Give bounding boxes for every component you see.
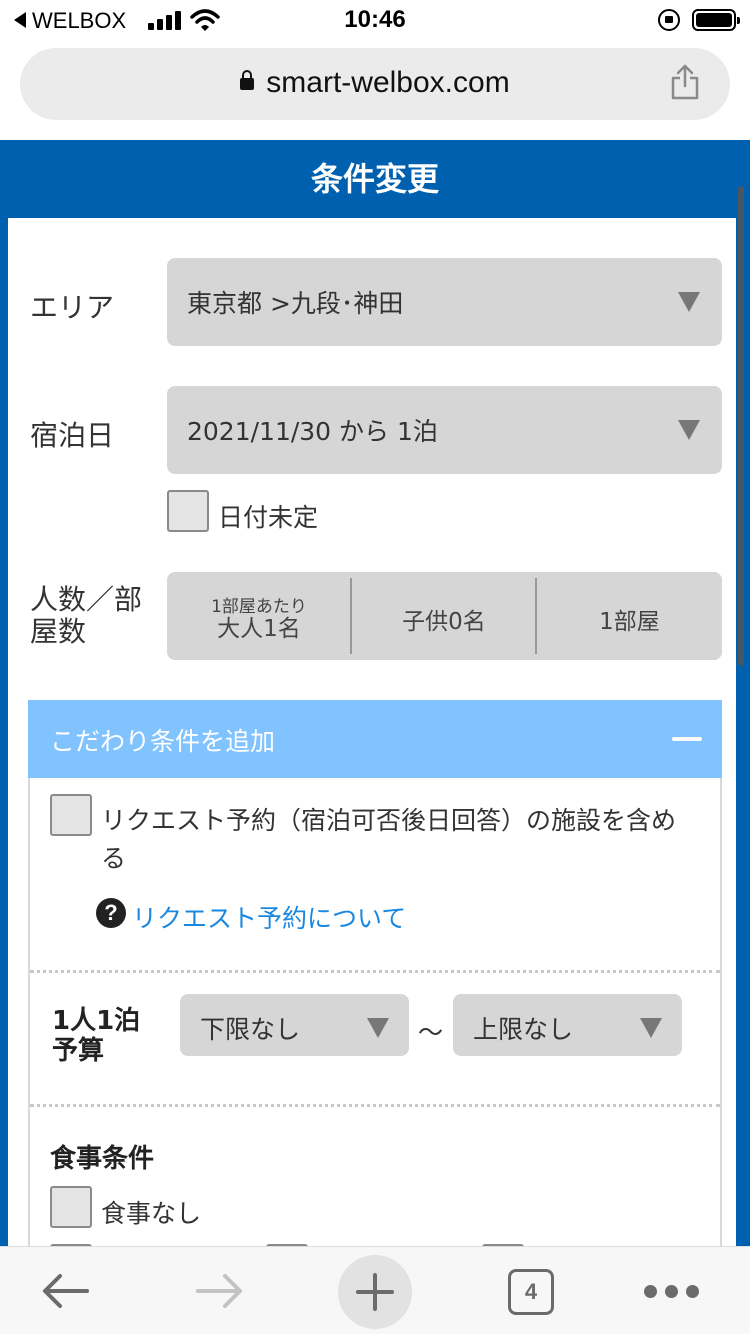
new-tab-button[interactable]: [338, 1255, 412, 1329]
battery-icon: [692, 9, 740, 31]
area-select[interactable]: 東京都 >九段･神田: [167, 258, 722, 346]
meal-conditions-title: 食事条件: [50, 1144, 155, 1174]
stay-date-value: 2021/11/30 から 1泊: [187, 417, 438, 446]
section-divider: [30, 970, 720, 973]
page-title: 条件変更: [310, 160, 439, 198]
address-bar[interactable]: smart-welbox.com: [20, 48, 730, 120]
guests-label: 人数／部 屋数: [30, 584, 142, 648]
area-value: 東京都 >九段･神田: [187, 289, 404, 318]
rotation-lock-icon: [658, 9, 680, 31]
guests-selector: 1部屋あたり 大人1名 子供0名 1部屋: [167, 572, 722, 660]
per-room-caption: 1部屋あたり: [211, 597, 307, 617]
date-undecided-checkbox[interactable]: [167, 490, 209, 532]
budget-label-line1: 1人1泊: [52, 1006, 141, 1036]
search-conditions-panel: エリア 東京都 >九段･神田 宿泊日 2021/11/30 から 1泊 日付未定…: [8, 218, 736, 1246]
question-icon: ?: [96, 898, 126, 928]
children-selector[interactable]: 子供0名: [352, 572, 536, 660]
tab-count-button[interactable]: 4: [508, 1269, 554, 1315]
url-text-wrap: smart-welbox.com: [20, 66, 730, 100]
dropdown-arrow-icon: [678, 292, 700, 312]
budget-label: 1人1泊 予算: [52, 1006, 140, 1066]
browser-toolbar: 4: [0, 1246, 750, 1334]
page: 条件変更 エリア 東京都 >九段･神田 宿泊日 2021/11/30 から 1泊…: [0, 140, 750, 1246]
dropdown-arrow-icon: [678, 420, 700, 440]
section-divider: [30, 1104, 720, 1107]
no-meal-checkbox[interactable]: [50, 1186, 92, 1228]
budget-range-separator: ～: [418, 1018, 444, 1047]
dropdown-arrow-icon: [640, 1018, 662, 1038]
adults-selector[interactable]: 1部屋あたり 大人1名: [167, 572, 351, 660]
budget-max-value: 上限なし: [473, 1015, 574, 1044]
dropdown-arrow-icon: [367, 1018, 389, 1038]
back-arrow-icon[interactable]: [40, 1271, 90, 1311]
request-booking-label: リクエスト予約（宿泊可否後日回答）の施設を含め る: [101, 802, 676, 878]
children-value: 子供0名: [402, 609, 486, 635]
stay-date-label: 宿泊日: [30, 419, 115, 452]
adults-value: 大人1名: [217, 616, 301, 642]
budget-min-value: 下限なし: [200, 1015, 301, 1044]
request-booking-label-line2: る: [101, 844, 127, 873]
lock-icon: [240, 70, 255, 90]
date-undecided-label: 日付未定: [218, 503, 319, 532]
request-booking-checkbox[interactable]: [50, 794, 92, 836]
plus-icon: [356, 1273, 394, 1311]
share-icon[interactable]: [670, 64, 700, 100]
rooms-value: 1部屋: [599, 609, 660, 635]
budget-min-select[interactable]: 下限なし: [180, 994, 409, 1056]
page-scrollbar[interactable]: [738, 186, 744, 666]
budget-label-line2: 予算: [52, 1036, 105, 1066]
budget-max-select[interactable]: 上限なし: [453, 994, 682, 1056]
request-booking-help-link[interactable]: リクエスト予約について: [132, 899, 406, 935]
guests-label-line2: 屋数: [30, 615, 87, 648]
area-label: エリア: [30, 291, 115, 324]
clock: 10:46: [344, 6, 406, 33]
more-menu-icon[interactable]: [644, 1285, 700, 1299]
stay-date-select[interactable]: 2021/11/30 から 1泊: [167, 386, 722, 474]
url-text: smart-welbox.com: [266, 66, 510, 99]
collapse-minus-icon: [672, 737, 702, 741]
extra-conditions-toggle[interactable]: こだわり条件を追加: [28, 700, 722, 778]
extra-conditions-title: こだわり条件を追加: [50, 727, 276, 756]
status-bar: WELBOX 10:46: [0, 0, 750, 40]
no-meal-label: 食事なし: [101, 1199, 202, 1228]
rooms-selector[interactable]: 1部屋: [537, 572, 722, 660]
request-booking-label-line1: リクエスト予約（宿泊可否後日回答）の施設を含め: [101, 806, 677, 835]
forward-arrow-icon[interactable]: [195, 1271, 245, 1311]
guests-label-line1: 人数／部: [30, 583, 143, 616]
